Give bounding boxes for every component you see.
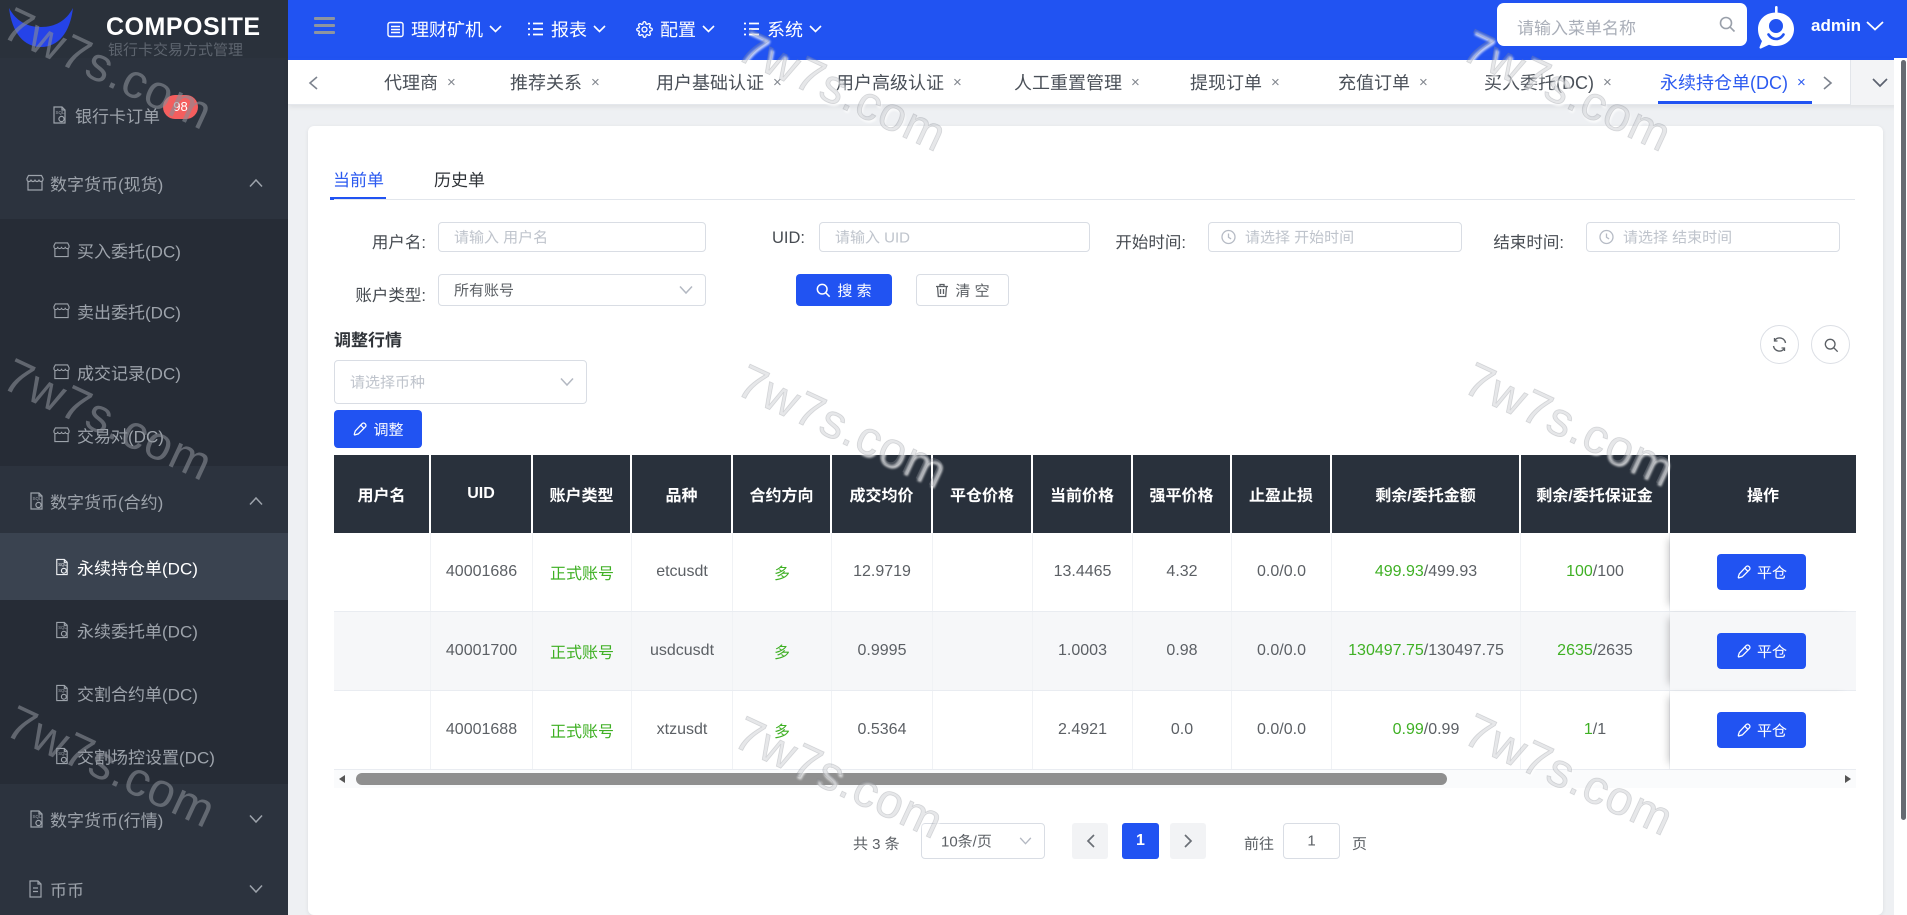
svg-text:SQL: SQL (56, 110, 66, 115)
svg-text:SQL: SQL (58, 625, 67, 630)
svg-text:SQL: SQL (58, 688, 67, 693)
svg-text:SQL: SQL (33, 496, 43, 501)
svg-text:SQL: SQL (33, 814, 43, 819)
svg-text:SQL: SQL (58, 562, 67, 567)
svg-text:SQL: SQL (58, 751, 67, 756)
